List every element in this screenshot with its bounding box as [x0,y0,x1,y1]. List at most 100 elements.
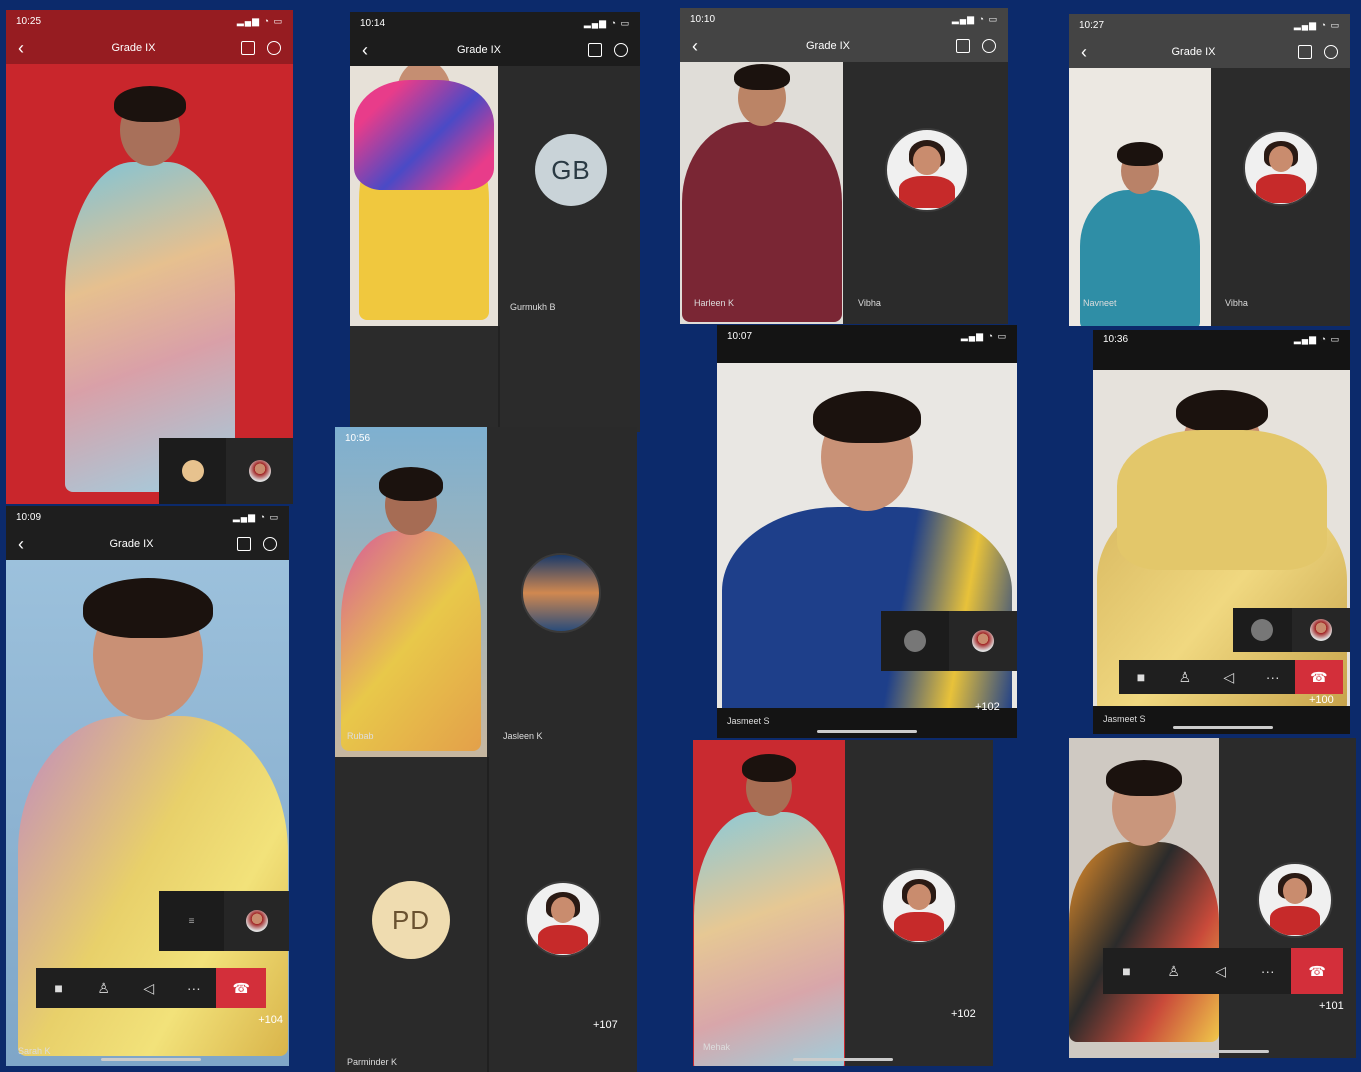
camera-icon[interactable]: ■ [36,968,81,1008]
avatar-gb: GB [535,134,607,206]
avatar [1251,619,1274,641]
speaker-icon[interactable]: ◁ [1197,948,1244,994]
hangup-button[interactable]: ☎ [216,968,266,1008]
thumb-avatar[interactable] [159,438,226,504]
screenshot-4: 10:27 ▂▄▆ ◔ ▭ ‹ Grade IX Navneet Vibha [1069,14,1350,326]
back-icon[interactable]: ‹ [18,38,38,59]
participants-icon[interactable] [267,41,281,55]
share-icon[interactable] [956,39,970,53]
share-icon[interactable] [1298,45,1312,59]
screenshot-5: 10:09 ▂▄▆ ◔ ▭ ‹ Grade IX ≡ ■ ♙ ◁ ··· ☎ +… [6,506,289,1066]
status-bar: 10:36 ▂▄▆ ◔ ▭ [1093,330,1350,370]
thumb-avatar[interactable] [224,891,289,951]
teacher-avatar [1243,130,1319,206]
status-time: 10:56 [345,432,371,444]
participant-name: Sarah K [18,1046,51,1056]
thumb-avatar[interactable] [226,438,293,504]
back-icon[interactable]: ‹ [18,534,38,555]
status-time: 10:09 [16,511,42,523]
participant-name: Jasmeet S [727,716,770,726]
status-bar: 10:25 ▂▄▆ ◔ ▭ [6,10,293,32]
screenshot-7: 10:07 ▂▄▆ ◔ ▭ +102 Jasmeet S [717,325,1017,738]
status-bar: 10:27 ▂▄▆ ◔ ▭ [1069,14,1350,36]
share-icon[interactable] [241,41,255,55]
back-icon[interactable]: ‹ [692,36,712,57]
speaker-icon[interactable]: ◁ [126,968,171,1008]
screenshot-1: 10:25 ▂▄▆ ◔ ▭ ‹ Grade IX [6,10,293,504]
thumb-video[interactable] [1233,608,1292,652]
signal-icon: ▂▄▆ ◔ ▭ [960,331,1007,341]
meeting-title: Grade IX [109,538,154,550]
teacher-avatar [881,868,957,944]
avatar-pd: PD [372,881,450,959]
participant-name: Navneet [1083,298,1117,308]
participants-icon[interactable] [982,39,996,53]
self-view-thumbnails [881,611,1017,671]
participant-video [1069,738,1219,1058]
mic-icon[interactable]: ♙ [1163,660,1207,694]
avatar [181,460,204,482]
more-button[interactable]: ··· [1251,660,1295,694]
mic-icon[interactable]: ♙ [81,968,126,1008]
participants-icon[interactable] [263,537,277,551]
participant-name: Vibha [858,298,881,308]
speaker-icon[interactable]: ◁ [1207,660,1251,694]
share-icon[interactable] [588,43,602,57]
call-header: ‹ Grade IX [680,30,1008,62]
status-time: 10:14 [360,17,386,29]
status-time: 10:07 [727,331,753,342]
avatar [972,630,994,652]
participant-count: +102 [975,701,1000,713]
participants-icon[interactable] [614,43,628,57]
screenshot-6: 10:56 Rubab Jasleen K PD +107 Parminder … [335,427,637,1072]
signal-icon: ▂▄▆ ◔ ▭ [951,13,998,24]
signal-icon: ▂▄▆ ◔ ▭ [232,511,279,522]
camera-icon[interactable]: ■ [1119,660,1163,694]
participant-figure [354,60,494,320]
participant-video [1093,370,1350,706]
participant-name: Parminder K [347,1057,398,1067]
status-time: 10:36 [1103,334,1129,345]
bottom-bar: Jasmeet S [717,708,1017,738]
bottom-bar: Jasmeet S +100 [1093,694,1350,734]
thumb-video[interactable]: ≡ [159,891,224,951]
participant-count: +107 [593,1019,618,1031]
participant-figure [694,754,844,1066]
signal-icon: ▂▄▆ ◔ ▭ [1293,19,1340,30]
more-button[interactable]: ··· [1244,948,1291,994]
status-time: 10:27 [1079,19,1105,31]
participant-name: Jasmeet S [1103,714,1146,724]
screenshot-2: 10:14 ▂▄▆ ◔ ▭ ‹ Grade IX GB Gurmukh B [350,12,640,432]
signal-icon: ▂▄▆ ◔ ▭ [583,17,630,28]
screenshot-9: +102 Mehak [693,740,993,1066]
hangup-button[interactable]: ☎ [1294,660,1343,694]
more-button[interactable]: ··· [171,968,216,1008]
share-icon[interactable] [237,537,251,551]
call-header: ‹ Grade IX [350,34,640,66]
home-indicator [793,1058,893,1061]
participant-name: Mehak [703,1042,731,1052]
screenshot-8: 10:36 ▂▄▆ ◔ ▭ ■ ♙ ◁ ··· ☎ Jasmeet S +100 [1093,330,1350,734]
mic-icon[interactable]: ♙ [1150,948,1197,994]
participant-name: Jasleen K [503,731,543,741]
camera-icon[interactable]: ■ [1103,948,1150,994]
back-icon[interactable]: ‹ [362,40,382,61]
thumb-avatar[interactable] [1291,608,1350,652]
teacher-avatar [525,881,601,957]
participants-icon[interactable] [1324,45,1338,59]
hangup-button[interactable]: ☎ [1291,948,1344,994]
status-bar: 10:14 ▂▄▆ ◔ ▭ [350,12,640,34]
participant-name: Rubab [347,731,374,741]
video-thumb-icon: ≡ [188,915,195,927]
participant-name: Gurmukh B [510,302,556,312]
thumb-video[interactable] [881,611,949,671]
participant-figure [60,86,240,492]
thumb-avatar[interactable] [949,611,1017,671]
self-view-thumbnails [1233,608,1350,652]
avatar [904,630,926,652]
call-controls: ■ ♙ ◁ ··· ☎ [36,968,266,1008]
self-view-thumbnails: ≡ [159,891,289,951]
screenshot-10: ■ ♙ ◁ ··· ☎ +101 [1069,738,1356,1058]
back-icon[interactable]: ‹ [1081,42,1101,63]
status-bar: 10:56 [335,427,487,449]
